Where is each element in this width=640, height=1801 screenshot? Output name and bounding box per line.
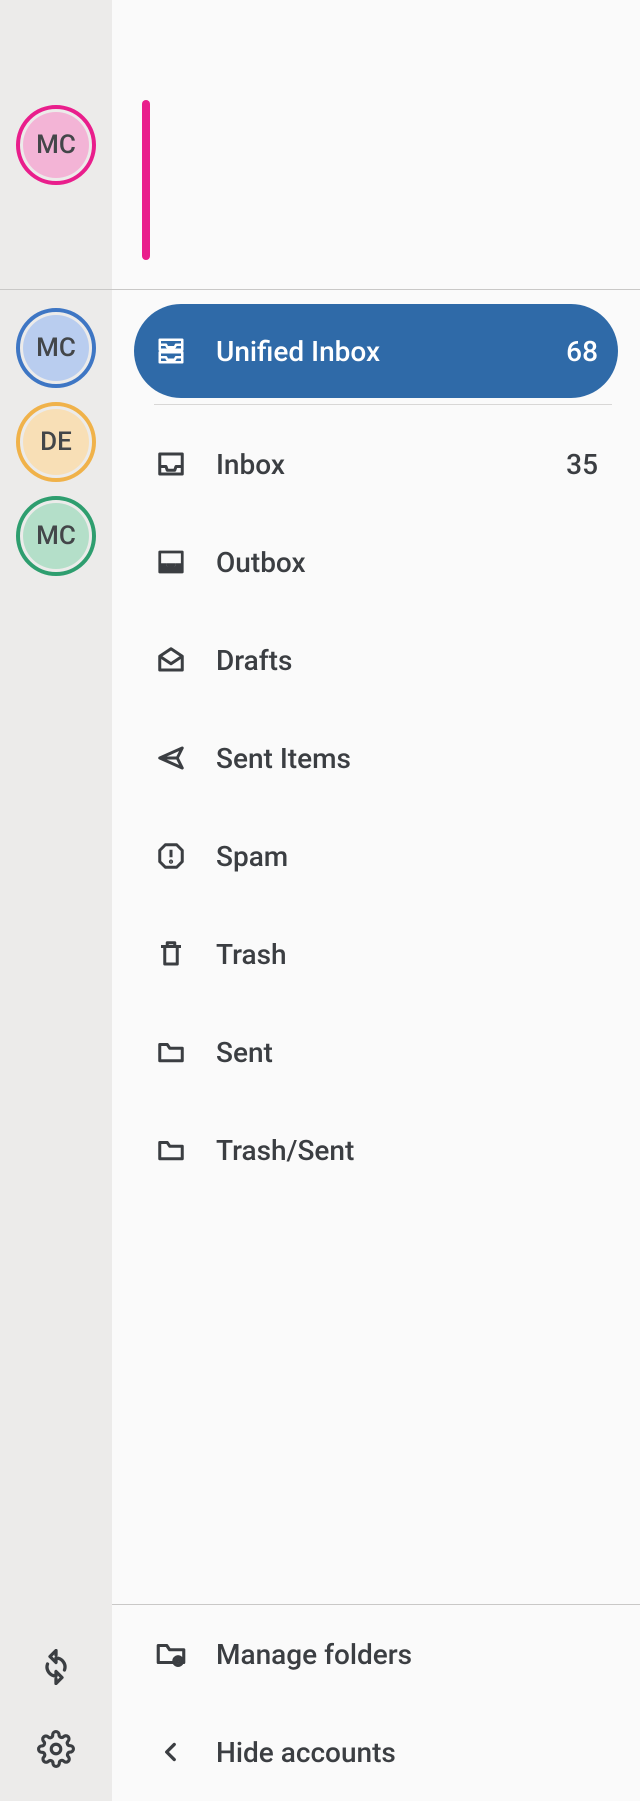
folder-icon [156, 1037, 186, 1067]
folder-label: Sent [216, 1036, 598, 1069]
active-account-area: MC [0, 0, 112, 290]
gear-icon [37, 1730, 75, 1768]
rail-actions [36, 1583, 76, 1801]
header-area [112, 0, 640, 290]
folder-drafts[interactable]: Drafts [134, 611, 618, 709]
folder-settings-icon [154, 1637, 188, 1671]
inbox-icon [156, 449, 186, 479]
chevron-left-icon [158, 1739, 184, 1765]
folder-label: Inbox [216, 448, 566, 481]
folder-inbox[interactable]: Inbox 35 [134, 415, 618, 513]
folder-count: 68 [566, 335, 598, 368]
folder-label: Trash/Sent [216, 1134, 598, 1167]
stacked-inbox-icon [156, 336, 186, 366]
drafts-icon [156, 645, 186, 675]
action-label: Manage folders [216, 1638, 412, 1671]
folder-label: Trash [216, 938, 598, 971]
send-icon [156, 743, 186, 773]
hide-accounts-button[interactable]: Hide accounts [134, 1703, 618, 1801]
folder-count: 35 [566, 448, 598, 481]
folder-label: Spam [216, 840, 598, 873]
divider [154, 404, 612, 405]
sync-button[interactable] [36, 1647, 76, 1687]
sync-icon [38, 1649, 74, 1685]
avatar-initials: MC [36, 333, 76, 363]
avatar-initials: MC [36, 130, 76, 160]
folder-sent-items[interactable]: Sent Items [134, 709, 618, 807]
folder-unified-inbox[interactable]: Unified Inbox 68 [134, 304, 618, 398]
manage-folders-button[interactable]: Manage folders [134, 1605, 618, 1703]
outbox-icon [156, 547, 186, 577]
folder-spam[interactable]: Spam [134, 807, 618, 905]
folder-label: Sent Items [216, 742, 598, 775]
account-avatar[interactable]: MC [16, 308, 96, 388]
folder-list: Unified Inbox 68 Inbox 35 Outbox Drafts … [112, 290, 640, 1604]
action-label: Hide accounts [216, 1736, 396, 1769]
folder-panel: Unified Inbox 68 Inbox 35 Outbox Drafts … [112, 0, 640, 1801]
folder-label: Outbox [216, 546, 598, 579]
account-rail: MC MC DE MC [0, 0, 112, 1801]
folder-icon [156, 1135, 186, 1165]
panel-actions: Manage folders Hide accounts [112, 1604, 640, 1801]
folder-trash[interactable]: Trash [134, 905, 618, 1003]
avatar-initials: DE [40, 427, 72, 457]
trash-icon [156, 939, 186, 969]
email-drawer: MC MC DE MC [0, 0, 640, 1801]
folder-trash-sent[interactable]: Trash/Sent [134, 1101, 618, 1199]
account-avatar[interactable]: MC [16, 496, 96, 576]
settings-button[interactable] [36, 1729, 76, 1769]
account-avatar-active[interactable]: MC [16, 105, 96, 185]
folder-outbox[interactable]: Outbox [134, 513, 618, 611]
account-avatar[interactable]: DE [16, 402, 96, 482]
folder-sent[interactable]: Sent [134, 1003, 618, 1101]
folder-label: Unified Inbox [216, 335, 566, 368]
spam-icon [156, 841, 186, 871]
account-list: MC DE MC [16, 290, 96, 1583]
account-color-indicator [142, 100, 150, 260]
folder-label: Drafts [216, 644, 598, 677]
avatar-initials: MC [36, 521, 76, 551]
